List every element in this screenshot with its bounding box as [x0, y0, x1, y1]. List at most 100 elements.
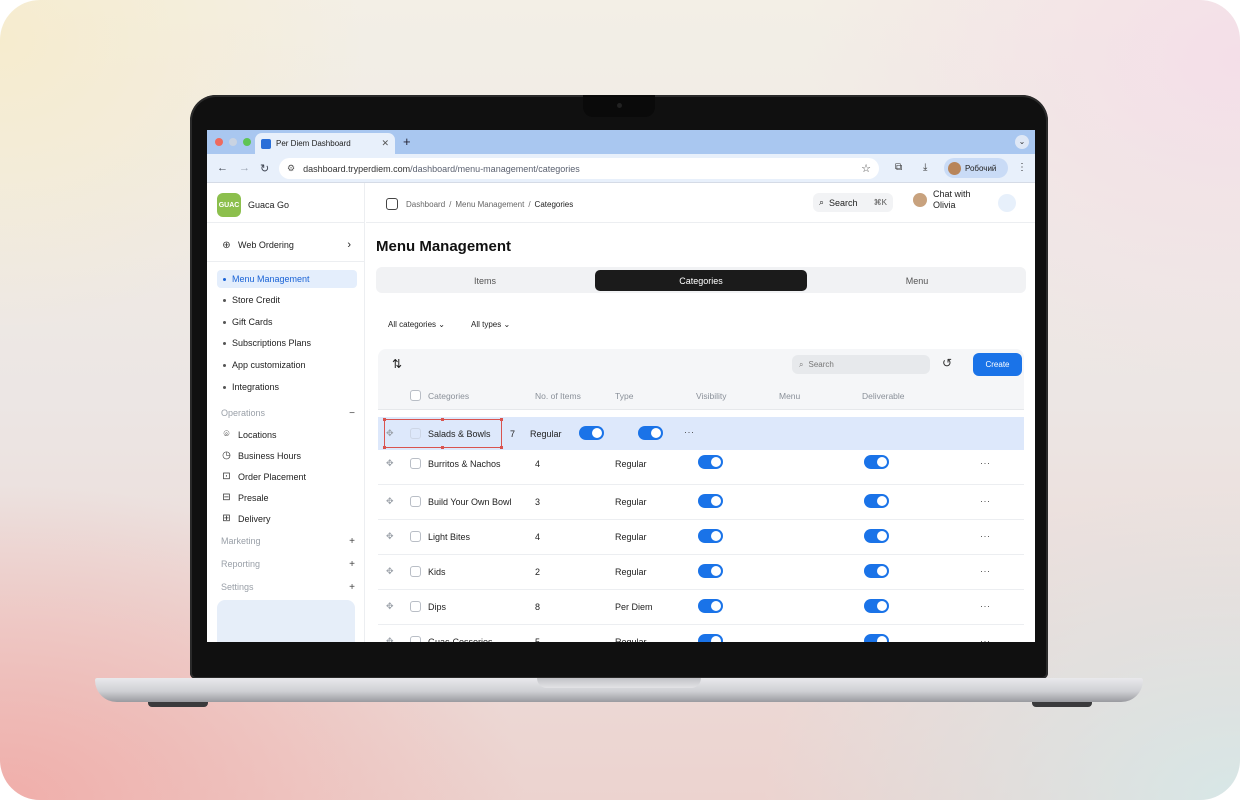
- drag-handle-icon[interactable]: ✥: [386, 428, 394, 439]
- sidebar-item-locations[interactable]: ⌾ Locations: [221, 429, 277, 440]
- close-window-button[interactable]: [215, 138, 223, 146]
- expand-icon[interactable]: +: [349, 582, 355, 593]
- visibility-toggle[interactable]: [579, 426, 604, 440]
- visibility-toggle[interactable]: [698, 599, 723, 613]
- section-reporting[interactable]: Reporting +: [221, 559, 355, 570]
- bookmark-star-icon[interactable]: ☆: [861, 162, 871, 175]
- column-categories[interactable]: Categories: [428, 391, 469, 401]
- sidebar-item-app-customization[interactable]: App customization: [217, 356, 357, 374]
- select-all-checkbox[interactable]: [410, 390, 421, 401]
- visibility-toggle[interactable]: [698, 529, 723, 543]
- promo-card[interactable]: [217, 600, 355, 642]
- deliverable-toggle[interactable]: [864, 529, 889, 543]
- sort-icon[interactable]: ⇅: [392, 357, 402, 371]
- brand[interactable]: GUAC Guaca Go: [217, 193, 289, 217]
- row-checkbox[interactable]: [410, 458, 421, 469]
- refresh-icon[interactable]: ↺: [942, 356, 952, 370]
- toggle-sidebar-icon[interactable]: [386, 198, 398, 210]
- visibility-toggle[interactable]: [698, 634, 723, 642]
- row-checkbox[interactable]: [410, 496, 421, 507]
- close-tab-icon[interactable]: ✕: [381, 138, 389, 149]
- row-checkbox[interactable]: [410, 566, 421, 577]
- profile-button[interactable]: Робочий: [944, 158, 1008, 178]
- more-options-icon[interactable]: ···: [980, 458, 991, 468]
- column-type[interactable]: Type: [615, 391, 633, 401]
- maximize-window-button[interactable]: [243, 138, 251, 146]
- sidebar-item-subscriptions-plans[interactable]: Subscriptions Plans: [217, 334, 357, 352]
- sidebar-item-order-placement[interactable]: ⊡ Order Placement: [221, 471, 306, 482]
- row-checkbox[interactable]: [410, 531, 421, 542]
- breadcrumb-menu-management[interactable]: Menu Management: [455, 200, 524, 209]
- deliverable-toggle[interactable]: [864, 564, 889, 578]
- row-checkbox[interactable]: [410, 601, 421, 612]
- column-visibility[interactable]: Visibility: [696, 391, 727, 401]
- row-checkbox[interactable]: [410, 636, 421, 642]
- visibility-toggle[interactable]: [698, 455, 723, 469]
- table-row[interactable]: ✥ Light Bites 4 Regular ···: [378, 520, 1024, 555]
- collapse-icon[interactable]: −: [349, 408, 355, 419]
- new-tab-button[interactable]: +: [403, 134, 411, 149]
- reload-icon[interactable]: ↻: [260, 162, 269, 175]
- deliverable-toggle[interactable]: [638, 426, 663, 440]
- tab-categories[interactable]: Categories: [595, 270, 807, 291]
- back-arrow-icon[interactable]: ←: [217, 162, 228, 174]
- table-row[interactable]: ✥ Dips 8 Per Diem ···: [378, 590, 1024, 625]
- sidebar-item-web-ordering[interactable]: ⊕ Web Ordering ›: [221, 239, 351, 251]
- sidebar-item-gift-cards[interactable]: Gift Cards: [217, 313, 357, 331]
- sidebar-item-integrations[interactable]: Integrations: [217, 378, 357, 396]
- section-operations[interactable]: Operations −: [221, 408, 355, 419]
- column-menu[interactable]: Menu: [779, 391, 800, 401]
- table-row[interactable]: ✥ Burritos & Nachos 4 Regular ···: [378, 450, 1024, 485]
- forward-arrow-icon[interactable]: →: [239, 162, 250, 174]
- table-search-input[interactable]: ⌕ Search: [792, 355, 930, 374]
- deliverable-toggle[interactable]: [864, 455, 889, 469]
- drag-handle-icon[interactable]: ✥: [386, 566, 394, 577]
- table-row-dragging[interactable]: ✥ Salads & Bowls 7 Regular ···: [378, 417, 1024, 450]
- browser-menu-icon[interactable]: ⋮: [1017, 162, 1027, 173]
- drag-handle-icon[interactable]: ✥: [386, 458, 394, 469]
- browser-tab[interactable]: Per Diem Dashboard ✕: [255, 133, 395, 154]
- site-info-icon[interactable]: ⚙: [287, 163, 295, 174]
- table-row[interactable]: ✥ Guac-Cessories 5 Regular ···: [378, 625, 1024, 642]
- visibility-toggle[interactable]: [698, 564, 723, 578]
- chat-with-olivia-button[interactable]: Chat with Olivia: [913, 189, 971, 211]
- user-avatar[interactable]: [998, 194, 1016, 212]
- filter-all-categories[interactable]: All categories ⌄: [388, 320, 445, 329]
- sidebar-item-business-hours[interactable]: ◷ Business Hours: [221, 450, 301, 461]
- section-marketing[interactable]: Marketing +: [221, 536, 355, 547]
- row-checkbox[interactable]: [410, 428, 421, 439]
- sidebar-item-store-credit[interactable]: Store Credit: [217, 291, 357, 309]
- visibility-toggle[interactable]: [698, 494, 723, 508]
- sidebar-item-delivery[interactable]: ⊞ Delivery: [221, 513, 270, 524]
- drag-handle-icon[interactable]: ✥: [386, 496, 394, 507]
- more-options-icon[interactable]: ···: [980, 601, 991, 611]
- more-options-icon[interactable]: ···: [980, 496, 991, 506]
- drag-handle-icon[interactable]: ✥: [386, 531, 394, 542]
- deliverable-toggle[interactable]: [864, 494, 889, 508]
- breadcrumb-dashboard[interactable]: Dashboard: [406, 200, 445, 209]
- table-row[interactable]: ✥ Build Your Own Bowl 3 Regular ···: [378, 485, 1024, 520]
- filter-all-types[interactable]: All types ⌄: [471, 320, 510, 329]
- address-bar[interactable]: ⚙ dashboard.tryperdiem.com/dashboard/men…: [279, 158, 879, 179]
- more-options-icon[interactable]: ···: [980, 531, 991, 541]
- create-button[interactable]: Create: [973, 353, 1022, 376]
- download-icon[interactable]: ⤓: [923, 162, 927, 173]
- minimize-window-button[interactable]: [229, 138, 237, 146]
- expand-icon[interactable]: +: [349, 536, 355, 547]
- table-row[interactable]: ✥ Kids 2 Regular ···: [378, 555, 1024, 590]
- more-options-icon[interactable]: ···: [684, 427, 695, 437]
- more-options-icon[interactable]: ···: [980, 566, 991, 576]
- deliverable-toggle[interactable]: [864, 599, 889, 613]
- tab-items[interactable]: Items: [379, 270, 591, 291]
- sidebar-item-menu-management[interactable]: Menu Management: [217, 270, 357, 288]
- drag-handle-icon[interactable]: ✥: [386, 636, 394, 642]
- global-search-button[interactable]: ⌕ Search ⌘K: [813, 193, 893, 212]
- extensions-icon[interactable]: ⧉: [895, 162, 902, 173]
- more-options-icon[interactable]: ···: [980, 636, 991, 642]
- tab-search-icon[interactable]: ⌄: [1015, 135, 1029, 149]
- deliverable-toggle[interactable]: [864, 634, 889, 642]
- column-no-of-items[interactable]: No. of Items: [535, 391, 581, 401]
- drag-handle-icon[interactable]: ✥: [386, 601, 394, 612]
- tab-menu[interactable]: Menu: [811, 270, 1023, 291]
- expand-icon[interactable]: +: [349, 559, 355, 570]
